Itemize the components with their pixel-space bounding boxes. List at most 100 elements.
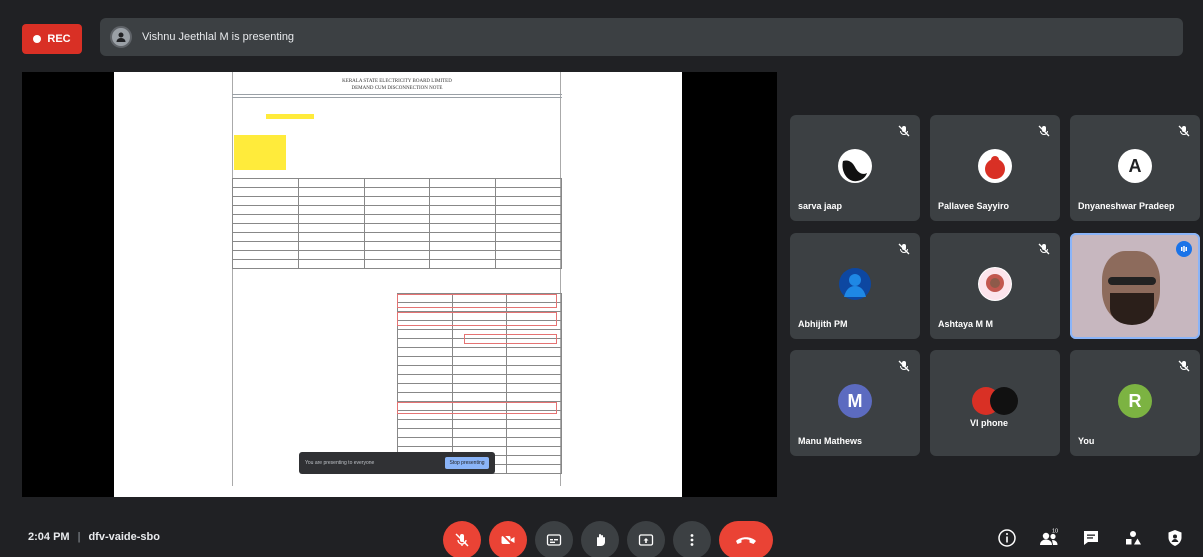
presenter-avatar bbox=[110, 26, 132, 48]
host-controls-icon bbox=[1168, 530, 1182, 546]
avatar: A bbox=[1118, 149, 1152, 183]
person-icon bbox=[116, 32, 126, 42]
participant-tile[interactable]: VI phone bbox=[930, 350, 1060, 456]
participant-name: Dnyaneshwar Pradeep bbox=[1078, 201, 1175, 211]
doc-table-row bbox=[233, 179, 562, 188]
presenting-notice: You are presenting to everyone Stop pres… bbox=[299, 452, 495, 474]
document-title: KERALA STATE ELECTRICITY BOARD LIMITED bbox=[342, 79, 452, 84]
participant-tile[interactable]: sarva jaap bbox=[790, 115, 920, 221]
doc-rule bbox=[232, 94, 562, 95]
mic-off-icon bbox=[896, 358, 912, 374]
doc-table-row bbox=[233, 206, 562, 215]
activities-icon bbox=[1126, 531, 1141, 545]
doc-table-row bbox=[398, 366, 563, 375]
doc-table-row bbox=[233, 197, 562, 206]
raise-hand-icon bbox=[597, 534, 605, 546]
mic-off-icon bbox=[1176, 358, 1192, 374]
participant-tile-self[interactable]: R You bbox=[1070, 350, 1200, 456]
more-options-icon bbox=[690, 534, 694, 546]
doc-table-row bbox=[233, 224, 562, 233]
doc-table-row bbox=[233, 233, 562, 242]
profile-photo-icon bbox=[839, 268, 871, 300]
recording-label: REC bbox=[47, 33, 71, 45]
captions-icon bbox=[546, 534, 562, 546]
mic-off-icon bbox=[1036, 123, 1052, 139]
chat-button[interactable] bbox=[1078, 525, 1104, 551]
end-call-icon bbox=[736, 537, 756, 544]
participant-name: Ashtaya M M bbox=[938, 319, 994, 329]
people-icon: 10 bbox=[1040, 529, 1058, 545]
participant-video-tile[interactable] bbox=[1070, 233, 1200, 339]
more-options-button[interactable] bbox=[673, 521, 711, 557]
profile-photo-icon bbox=[972, 387, 1018, 415]
presenting-notice-text: You are presenting to everyone bbox=[305, 460, 375, 466]
meeting-code[interactable]: dfv-vaide-sbo bbox=[88, 531, 160, 543]
profile-photo-icon bbox=[979, 268, 1011, 300]
svg-text:10: 10 bbox=[1052, 529, 1058, 535]
doc-rule bbox=[232, 97, 562, 98]
avatar: R bbox=[1118, 384, 1152, 418]
document-subtitle: DEMAND CUM DISCONNECTION NOTE bbox=[351, 86, 443, 91]
participant-tile[interactable]: A Dnyaneshwar Pradeep bbox=[1070, 115, 1200, 221]
mic-off-icon bbox=[896, 123, 912, 139]
doc-table-row bbox=[398, 438, 563, 447]
recording-badge[interactable]: REC bbox=[22, 24, 82, 54]
camera-off-icon bbox=[501, 533, 515, 547]
doc-table-row bbox=[233, 242, 562, 251]
highlight-box bbox=[464, 334, 557, 344]
present-button[interactable] bbox=[627, 521, 665, 557]
host-controls-button[interactable] bbox=[1162, 525, 1188, 551]
speaking-indicator-icon bbox=[1176, 241, 1192, 257]
highlight-box bbox=[397, 402, 557, 414]
mic-off-icon bbox=[1036, 241, 1052, 257]
mic-off-icon bbox=[896, 241, 912, 257]
shared-document: KERALA STATE ELECTRICITY BOARD LIMITED D… bbox=[114, 72, 682, 497]
avatar bbox=[970, 384, 1020, 418]
meeting-time: 2:04 PM bbox=[28, 531, 70, 543]
presenting-text: Vishnu Jeethlal M is presenting bbox=[142, 31, 295, 43]
chat-icon bbox=[1084, 531, 1098, 545]
presenting-banner: Vishnu Jeethlal M is presenting bbox=[100, 18, 1183, 56]
meeting-info-divider: | bbox=[77, 531, 81, 543]
avatar bbox=[978, 267, 1012, 301]
participant-tile[interactable]: Pallavee Sayyiro bbox=[930, 115, 1060, 221]
avatar: M bbox=[838, 384, 872, 418]
participant-video-feed bbox=[1108, 277, 1156, 285]
captions-button[interactable] bbox=[535, 521, 573, 557]
present-icon bbox=[638, 534, 654, 546]
highlighted-text bbox=[266, 114, 314, 119]
profile-photo-icon bbox=[979, 150, 1011, 182]
info-icon bbox=[998, 529, 1016, 547]
doc-table-row bbox=[398, 348, 563, 357]
stop-presenting-button[interactable]: Stop presenting bbox=[445, 457, 489, 469]
participant-name: VI phone bbox=[970, 418, 1008, 428]
participant-tile[interactable]: Ashtaya M M bbox=[930, 233, 1060, 339]
participant-name: Abhijith PM bbox=[798, 319, 848, 329]
people-button[interactable]: 10 bbox=[1036, 525, 1062, 551]
meeting-details-button[interactable] bbox=[994, 525, 1020, 551]
doc-table-row bbox=[398, 420, 563, 429]
recording-dot-icon bbox=[33, 35, 42, 43]
participant-name: You bbox=[1078, 436, 1095, 446]
participant-video-feed bbox=[1110, 293, 1154, 325]
doc-table-row bbox=[398, 384, 563, 393]
participant-tile[interactable]: Abhijith PM bbox=[790, 233, 920, 339]
end-call-button[interactable] bbox=[719, 521, 773, 557]
mic-off-icon bbox=[1176, 123, 1192, 139]
camera-toggle-button[interactable] bbox=[489, 521, 527, 557]
participant-tile[interactable]: M Manu Mathews bbox=[790, 350, 920, 456]
doc-table-row bbox=[398, 357, 563, 366]
highlighted-photo-area bbox=[234, 135, 286, 170]
activities-button[interactable] bbox=[1120, 525, 1146, 551]
mic-off-icon bbox=[455, 533, 469, 547]
mic-toggle-button[interactable] bbox=[443, 521, 481, 557]
doc-table-row bbox=[233, 260, 562, 269]
raise-hand-button[interactable] bbox=[581, 521, 619, 557]
meeting-info: 2:04 PM | dfv-vaide-sbo bbox=[28, 531, 160, 543]
doc-table-row bbox=[398, 375, 563, 384]
participant-name: Manu Mathews bbox=[798, 436, 863, 446]
presentation-stage: KERALA STATE ELECTRICITY BOARD LIMITED D… bbox=[22, 72, 777, 497]
participant-name: Pallavee Sayyiro bbox=[938, 201, 1010, 211]
avatar bbox=[978, 149, 1012, 183]
participant-name: sarva jaap bbox=[798, 201, 843, 211]
